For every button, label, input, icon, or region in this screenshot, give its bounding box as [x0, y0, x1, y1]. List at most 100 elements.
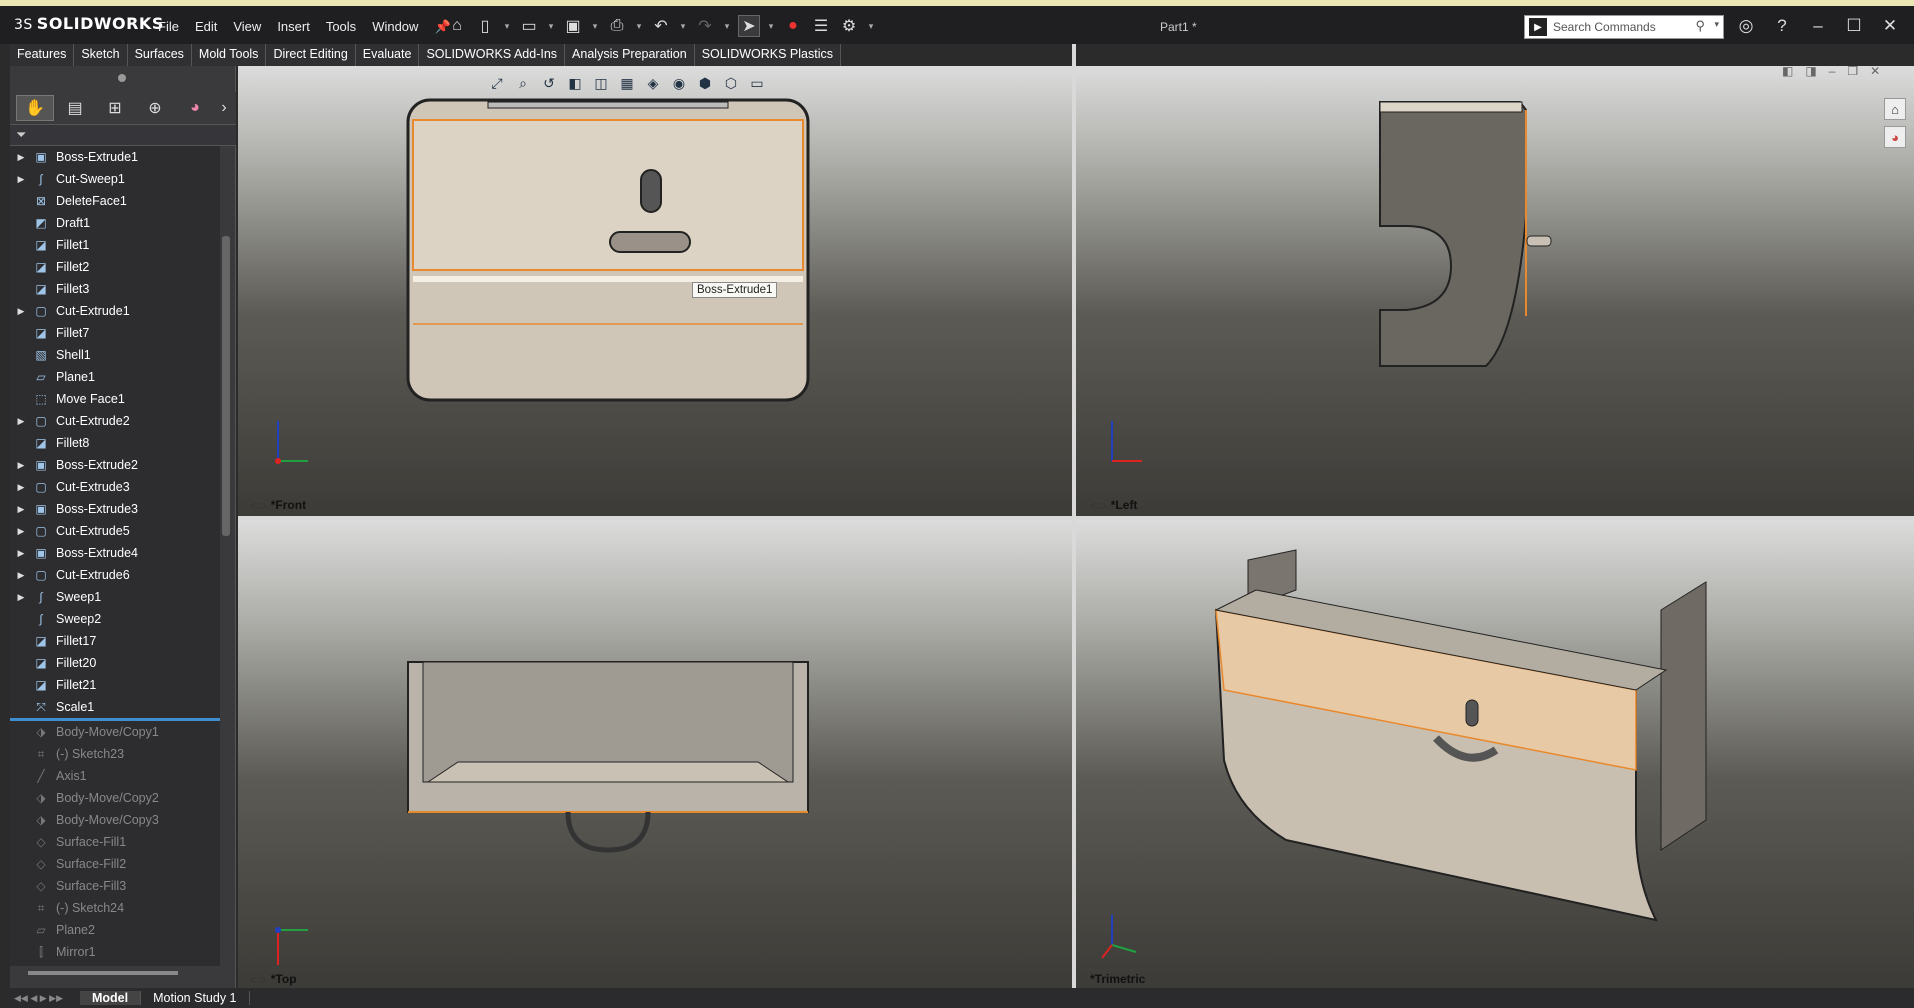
solidworks-resources-icon[interactable]: ⌂ [1884, 98, 1906, 120]
save-icon[interactable]: ▣ [562, 15, 584, 37]
select-arrow-icon[interactable]: ➤ [738, 15, 760, 37]
feature-tree-item[interactable]: ▶ ▢ Cut-Extrude1 [10, 300, 220, 322]
expand-arrow-icon[interactable]: ▶ [10, 152, 32, 163]
viewport-left[interactable]: ◧ ◨ – ❐ ✕ ⊂⊃ *Left [1076, 66, 1914, 516]
hide-show-items-icon[interactable]: ◉ [670, 74, 688, 92]
close-icon[interactable]: ✕ [1872, 16, 1908, 36]
zoom-to-area-icon[interactable]: ⌕ [514, 74, 532, 92]
feature-tree-item[interactable]: ◪ Fillet17 [10, 630, 220, 652]
expand-arrow-icon[interactable]: ▶ [10, 306, 32, 317]
menu-insert[interactable]: Insert [269, 19, 318, 35]
expand-arrow-icon[interactable]: ▶ [10, 416, 32, 427]
edit-appearance-icon[interactable]: ⬢ [696, 74, 714, 92]
feature-tree-item[interactable]: ∫ Sweep2 [10, 608, 220, 630]
tab-motion-study[interactable]: Motion Study 1 [141, 991, 250, 1005]
new-document-icon[interactable]: ▯ [474, 15, 496, 37]
feature-tree-item-rolled-back[interactable]: ╱ Axis1 [10, 765, 220, 787]
minimize-icon[interactable]: – [1800, 16, 1836, 36]
tab-surfaces[interactable]: Surfaces [127, 44, 192, 66]
print-icon[interactable]: ⎙ [606, 15, 628, 37]
menu-window[interactable]: Window [364, 19, 426, 35]
feature-tree-item[interactable]: ▶ ▣ Boss-Extrude3 [10, 498, 220, 520]
display-manager-tab-icon[interactable]: ◕ [176, 95, 214, 121]
rebuild-icon[interactable]: ● [782, 15, 804, 37]
tab-solidworks-addins[interactable]: SOLIDWORKS Add-Ins [419, 44, 566, 66]
dynamic-annotation-icon[interactable]: ◫ [592, 74, 610, 92]
previous-view-icon[interactable]: ↺ [540, 74, 558, 92]
viewport-close-icon[interactable]: ✕ [1870, 66, 1880, 78]
search-type-icon[interactable]: ▶ [1529, 18, 1547, 36]
home-icon[interactable]: ⌂ [446, 15, 468, 37]
tab-features[interactable]: Features [10, 44, 75, 66]
open-dropdown-icon[interactable]: ▾ [546, 15, 556, 37]
expand-arrow-icon[interactable]: ▶ [10, 174, 32, 185]
menu-tools[interactable]: Tools [318, 19, 364, 35]
feature-tree-item[interactable]: ▶ ∫ Cut-Sweep1 [10, 168, 220, 190]
viewport-restore-icon[interactable]: ❐ [1847, 66, 1858, 78]
feature-tree-item[interactable]: ◩ Draft1 [10, 212, 220, 234]
tab-navigation-arrows[interactable]: ◀◀ ◀ ▶ ▶▶ [10, 993, 80, 1004]
view-orientation-icon[interactable]: ▦ [618, 74, 636, 92]
print-dropdown-icon[interactable]: ▾ [634, 15, 644, 37]
feature-tree-item-rolled-back[interactable]: ◇ Surface-Fill2 [10, 853, 220, 875]
view-right-pane-icon[interactable]: ◨ [1805, 66, 1816, 78]
viewport-front[interactable]: ⤢ ⌕ ↺ ◧ ◫ ▦ ◈ ◉ ⬢ ⬡ ▭ Boss-Extrude1 ⊂⊃ *F… [238, 66, 1072, 516]
solidworks-logo[interactable]: 3S SOLIDWORKS [14, 14, 168, 33]
tab-direct-editing[interactable]: Direct Editing [266, 44, 356, 66]
appearances-scenes-icon[interactable]: ◕ [1884, 126, 1906, 148]
property-manager-tab-icon[interactable]: ▤ [56, 95, 94, 121]
expand-tabs-chevron-icon[interactable]: › [216, 95, 232, 121]
undo-icon[interactable]: ↶ [650, 15, 672, 37]
feature-tree-item-rolled-back[interactable]: ⌗ (-) Sketch23 [10, 743, 220, 765]
expand-arrow-icon[interactable]: ▶ [10, 592, 32, 603]
section-view-icon[interactable]: ◧ [566, 74, 584, 92]
feature-tree-item[interactable]: ▶ ▣ Boss-Extrude1 [10, 146, 220, 168]
feature-tree-filter[interactable]: ⏷ [10, 124, 236, 146]
feature-tree-item[interactable]: ◪ Fillet1 [10, 234, 220, 256]
search-input[interactable]: Search Commands [1553, 20, 1656, 34]
feature-tree-item[interactable]: ▶ ▣ Boss-Extrude2 [10, 454, 220, 476]
feature-tree-item-rolled-back[interactable]: ⫿ Mirror1 [10, 941, 220, 963]
expand-arrow-icon[interactable]: ▶ [10, 504, 32, 515]
view-settings-icon[interactable]: ▭ [748, 74, 766, 92]
select-dropdown-icon[interactable]: ▾ [766, 15, 776, 37]
feature-manager-tab-icon[interactable]: ✋ [16, 95, 54, 121]
feature-tree-item[interactable]: ▶ ▣ Boss-Extrude4 [10, 542, 220, 564]
link-views-icon[interactable]: ⊂⊃ [250, 975, 267, 986]
link-views-icon[interactable]: ⊂⊃ [250, 501, 267, 512]
link-views-icon[interactable]: ⊂⊃ [1090, 501, 1107, 512]
search-icon[interactable]: ⚲ [1695, 18, 1705, 34]
panel-splitter-handle[interactable] [118, 74, 126, 82]
configuration-manager-tab-icon[interactable]: ⊞ [96, 95, 134, 121]
undo-dropdown-icon[interactable]: ▾ [678, 15, 688, 37]
feature-tree-item-rolled-back[interactable]: ◇ Surface-Fill3 [10, 875, 220, 897]
expand-arrow-icon[interactable]: ▶ [10, 548, 32, 559]
feature-tree-item[interactable]: ◪ Fillet20 [10, 652, 220, 674]
tab-solidworks-plastics[interactable]: SOLIDWORKS Plastics [694, 44, 841, 66]
file-properties-icon[interactable]: ☰ [810, 15, 832, 37]
user-account-icon[interactable]: ◎ [1728, 16, 1764, 36]
apply-scene-icon[interactable]: ⬡ [722, 74, 740, 92]
expand-arrow-icon[interactable]: ▶ [10, 526, 32, 537]
menu-file[interactable]: File [150, 19, 187, 35]
menu-edit[interactable]: Edit [187, 19, 225, 35]
feature-tree-item[interactable]: ▶ ∫ Sweep1 [10, 586, 220, 608]
feature-tree-item-rolled-back[interactable]: ◇ Surface-Fill1 [10, 831, 220, 853]
redo-dropdown-icon[interactable]: ▾ [722, 15, 732, 37]
viewport-minimize-icon[interactable]: – [1829, 66, 1836, 78]
feature-tree-item[interactable]: ◪ Fillet21 [10, 674, 220, 696]
feature-tree-scrollbar[interactable] [222, 236, 230, 536]
feature-tree-item[interactable]: ▶ ▢ Cut-Extrude5 [10, 520, 220, 542]
redo-icon[interactable]: ↷ [694, 15, 716, 37]
feature-tree-item[interactable]: ▶ ▢ Cut-Extrude3 [10, 476, 220, 498]
feature-tree-item[interactable]: ▶ ▢ Cut-Extrude2 [10, 410, 220, 432]
feature-tree-item[interactable]: ⊠ DeleteFace1 [10, 190, 220, 212]
feature-tree-item-rolled-back[interactable]: ▱ Plane2 [10, 919, 220, 941]
feature-tree-item[interactable]: ▶ ▢ Cut-Extrude6 [10, 564, 220, 586]
feature-tree-item[interactable]: ▧ Shell1 [10, 344, 220, 366]
tab-evaluate[interactable]: Evaluate [355, 44, 420, 66]
new-dropdown-icon[interactable]: ▾ [502, 15, 512, 37]
tab-analysis-preparation[interactable]: Analysis Preparation [565, 44, 695, 66]
feature-tree-item[interactable]: ▱ Plane1 [10, 366, 220, 388]
search-dropdown-icon[interactable]: ▾ [1714, 19, 1719, 30]
